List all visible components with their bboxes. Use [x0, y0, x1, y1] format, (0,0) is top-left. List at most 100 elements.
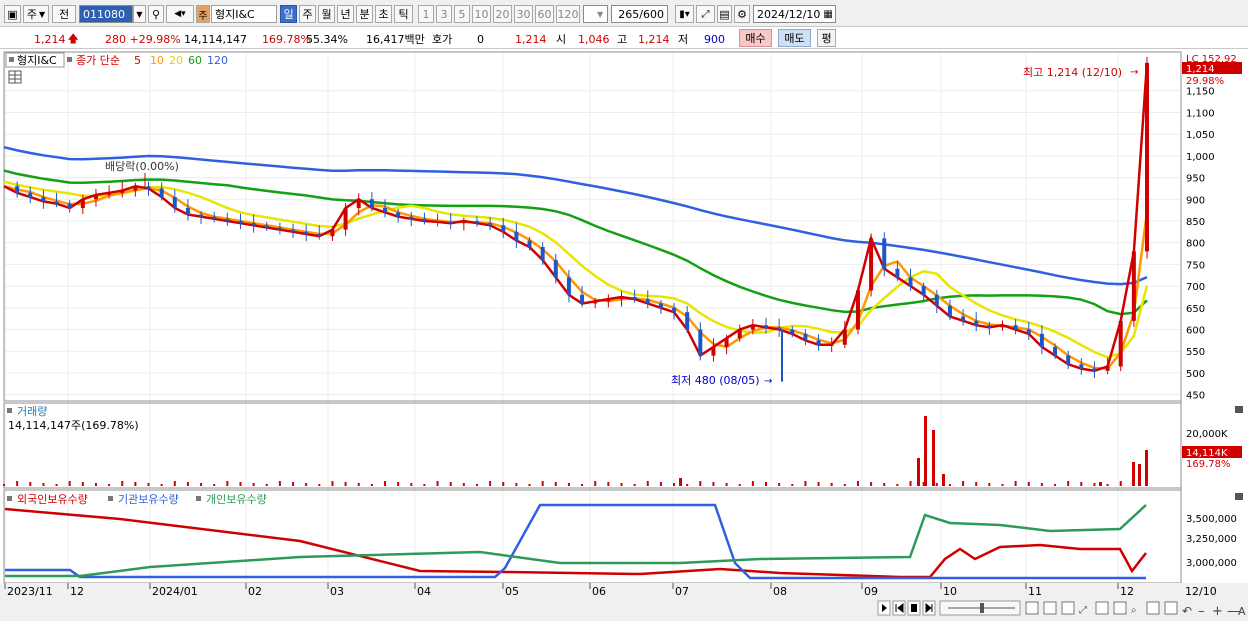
interval-week-button[interactable]: 주	[299, 5, 316, 23]
price-ytick: 1,100	[1186, 108, 1215, 119]
candle-body	[895, 268, 900, 278]
square-icon	[108, 496, 113, 501]
close-icon[interactable]	[1235, 406, 1243, 413]
custom-period-select[interactable]: ▼	[583, 5, 608, 23]
candle-body	[1079, 364, 1084, 369]
square-icon	[67, 57, 72, 62]
stock-chart[interactable]: 형지I&C 종가 단순 5 10 20 60 120 배당락(0.00%) 최고…	[0, 49, 1248, 621]
interval-month-button[interactable]: 월	[318, 5, 335, 23]
chevron-down-icon: ▼	[597, 9, 604, 19]
close-icon[interactable]	[1235, 493, 1243, 500]
back-icon[interactable]: ↶	[1182, 604, 1192, 618]
interval-minute-button[interactable]: 분	[356, 5, 373, 23]
period-3-button[interactable]: 3	[436, 5, 452, 23]
zoom-slider-handle[interactable]	[980, 603, 984, 613]
foreign-holdings-label: 외국인보유수량	[17, 493, 88, 506]
volume-bar	[292, 482, 295, 486]
calendar-icon[interactable]: ▦	[823, 9, 832, 20]
interval-tick-button[interactable]: 틱	[394, 5, 413, 23]
grid-icon[interactable]	[1113, 601, 1127, 615]
period-120-button[interactable]: 120	[556, 5, 580, 23]
window-icon[interactable]: ▣	[4, 5, 21, 23]
x-tick-label: 07	[675, 585, 689, 598]
volume-bar	[384, 481, 386, 486]
period-60-label: 60	[537, 7, 552, 21]
period-5-button[interactable]: 5	[454, 5, 470, 23]
candle-body	[409, 216, 414, 219]
period-1-button[interactable]: 1	[418, 5, 434, 23]
period-10-button[interactable]: 10	[472, 5, 491, 23]
x-tick-label: 06	[592, 585, 606, 598]
date-input[interactable]: 2024/12/10 ▦	[753, 5, 836, 23]
ma-5-label: 5	[134, 54, 141, 67]
interval-day-button[interactable]: 일	[280, 5, 297, 23]
volume-bar	[121, 481, 124, 486]
candle-body	[593, 301, 598, 304]
candle-body	[133, 186, 138, 191]
copy-icon[interactable]	[1043, 601, 1057, 615]
crop-icon[interactable]	[1164, 601, 1178, 615]
candle-body	[461, 220, 466, 224]
compare-icon[interactable]	[1061, 601, 1075, 615]
interval-second-button[interactable]: 초	[375, 5, 392, 23]
save-icon[interactable]: ▤	[717, 5, 732, 23]
candle-body	[238, 220, 243, 224]
search-icon[interactable]: ⚲	[148, 5, 164, 23]
individual-holdings-label: 개인보유수량	[206, 493, 267, 506]
search-icon[interactable]: ⌕	[1131, 605, 1137, 616]
eval-button[interactable]: 평	[817, 29, 836, 47]
volume-bar	[791, 484, 794, 486]
gear-icon[interactable]: ⚙	[734, 5, 750, 23]
drawing-tool-icon[interactable]: ⤢	[696, 5, 715, 23]
candle-body	[435, 220, 440, 222]
code-dropdown-button[interactable]: ▼	[133, 5, 146, 23]
candle-body	[107, 192, 112, 195]
candle-body	[672, 307, 677, 313]
volume-bar	[68, 481, 71, 486]
price-ytick: 850	[1186, 217, 1205, 228]
prev-button[interactable]: 전	[52, 5, 76, 23]
data-count-field[interactable]: 265/600	[611, 5, 668, 23]
volume-bar	[751, 481, 754, 486]
volume-bar	[252, 483, 255, 486]
hoga-label: 호가	[432, 33, 453, 46]
split-icon[interactable]	[1095, 601, 1109, 615]
font-icon[interactable]: A	[1238, 605, 1246, 618]
period-60-button[interactable]: 60	[535, 5, 554, 23]
interval-year-button[interactable]: 년	[337, 5, 354, 23]
sound-icon[interactable]: ◀▾	[166, 5, 194, 23]
period-20-button[interactable]: 20	[493, 5, 512, 23]
compare-icon[interactable]: ▮▾	[675, 5, 694, 23]
candle-body	[15, 186, 20, 193]
period-1-label: 1	[422, 7, 430, 21]
period-10-label: 10	[474, 7, 489, 21]
candle-body	[67, 203, 72, 208]
zoom-in-icon[interactable]: +	[1212, 604, 1223, 619]
candle-body	[93, 194, 98, 200]
link-icon[interactable]	[1146, 601, 1160, 615]
candle-body	[1039, 333, 1044, 347]
hoga-price: 1,214	[515, 32, 547, 46]
candle-body	[1131, 251, 1136, 321]
zoom-out-icon[interactable]: –	[1198, 604, 1205, 619]
stock-code-input[interactable]: 011080	[79, 5, 133, 23]
layout-icon[interactable]	[1025, 601, 1039, 615]
expand-icon[interactable]: ⤢	[1079, 605, 1087, 616]
volume-bar	[515, 483, 518, 486]
volume-spike	[917, 458, 920, 486]
arrow-right-icon: →	[1130, 67, 1138, 78]
price-ytick: 800	[1186, 239, 1205, 250]
volume-bar	[948, 484, 951, 486]
period-30-button[interactable]: 30	[514, 5, 533, 23]
candle-body	[277, 227, 282, 230]
volume-bar	[870, 482, 873, 486]
period-select[interactable]: 주 ▼	[23, 5, 49, 23]
stock-name-field[interactable]: 형지I&C	[211, 5, 277, 23]
buy-button[interactable]: 매수	[739, 29, 772, 47]
volume-ytick: 20,000K	[1186, 429, 1228, 440]
candle-body	[1000, 325, 1005, 328]
stock-name-label: 형지I&C	[17, 54, 57, 67]
candle-body	[356, 199, 361, 208]
sell-button[interactable]: 매도	[778, 29, 811, 47]
candle-body	[619, 296, 624, 300]
